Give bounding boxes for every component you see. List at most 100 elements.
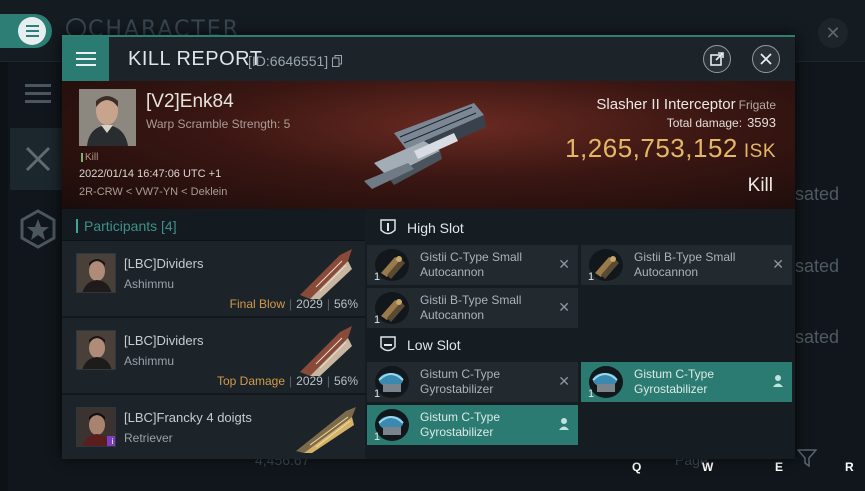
participant-name: [LBC]Dividers — [124, 333, 204, 348]
nav-list-button[interactable] — [10, 62, 66, 124]
ship-class: Frigate — [738, 98, 776, 112]
hotkey-label: E — [775, 460, 784, 474]
share-button[interactable] — [703, 45, 731, 73]
participant-ship: Ashimmu — [124, 354, 175, 368]
warp-scramble-strength: Warp Scramble Strength: 5 — [146, 117, 291, 131]
module-item[interactable]: 1 Gistum C-Type Gyrostabilizer — [581, 362, 792, 402]
list-icon — [25, 84, 51, 103]
background-list-item: sated — [795, 184, 840, 204]
kill-location: 2R-CRW < VW7-YN < Deklein — [79, 186, 228, 198]
kill-report-header: KILL REPORT [ID:6646551] — [62, 37, 795, 81]
module-quantity: 1 — [374, 431, 381, 443]
participant-damage: 2029 — [296, 297, 323, 311]
kill-report-id-text: [ID:6646551] — [248, 53, 329, 69]
module-name: Gistum C-Type Gyrostabilizer — [634, 367, 715, 396]
module-item[interactable]: 1 Gistum C-Type Gyrostabilizer — [367, 405, 578, 445]
participant-name: [LBC]Francky 4 doigts — [124, 410, 252, 425]
module-quantity: 1 — [374, 271, 381, 283]
total-damage-value: 3593 — [747, 115, 776, 130]
participant-row[interactable]: [LBC]Dividers Ashimmu Final Blow | 2029 | 56… — [62, 241, 365, 318]
victim-ship-icon — [364, 103, 486, 189]
module-item[interactable]: 1 Gistii B-Type Small Autocannon ✕ — [367, 288, 578, 328]
module-item[interactable]: 1 Gistii C-Type Small Autocannon ✕ — [367, 245, 578, 285]
hamburger-icon — [18, 17, 46, 45]
kill-report-menu-button[interactable] — [62, 37, 109, 81]
pilot-face-icon — [77, 331, 115, 369]
participant-stats: Top Damage | 2029 | 56% — [216, 374, 358, 388]
kill-tag: Kill — [81, 152, 98, 163]
pilot-face-icon — [79, 89, 136, 146]
victim-name: [V2]Enk84 — [146, 91, 234, 112]
background-sidebar — [0, 62, 8, 491]
dropped-person-icon — [559, 418, 569, 430]
dropped-person-icon — [773, 375, 783, 387]
participant-avatar — [76, 253, 116, 293]
participant-percent: 56% — [333, 297, 358, 311]
module-quantity: 1 — [374, 314, 381, 326]
nav-combat-button[interactable] — [10, 128, 66, 190]
module-name: Gistii B-Type Small Autocannon — [634, 250, 736, 279]
corp-badge-icon: i — [107, 436, 115, 446]
module-item[interactable]: 1 Gistii B-Type Small Autocannon ✕ — [581, 245, 792, 285]
participant-role: Final Blow — [229, 297, 286, 311]
participant-name: [LBC]Dividers — [124, 256, 204, 271]
kill-report-title: KILL REPORT — [128, 48, 263, 70]
participants-header: Participants [4] — [62, 209, 365, 241]
participants-panel: Participants [4] [LBC]Dividers Ashimmu F… — [62, 209, 365, 459]
participant-row[interactable]: i [LBC]Francky 4 doigts Retriever — [62, 395, 365, 459]
destroyed-icon: ✕ — [558, 299, 570, 315]
participant-ship: Retriever — [124, 431, 173, 445]
module-name: Gistum C-Type Gyrostabilizer — [420, 410, 501, 439]
isk-currency: ISK — [743, 141, 776, 162]
participant-percent: 56% — [333, 374, 358, 388]
share-icon — [710, 52, 724, 66]
isk-value: 1,265,753,152 ISK — [565, 133, 776, 163]
high-slot-label: High Slot — [407, 220, 464, 236]
module-quantity: 1 — [588, 388, 595, 400]
participant-role: Top Damage — [216, 374, 286, 388]
victim-banner: [V2]Enk84 Warp Scramble Strength: 5 Kill… — [62, 81, 795, 209]
participants-label: Participants — [84, 218, 158, 234]
screen: CHARACTER ✕ sated sated sated 4,456.67 P… — [0, 0, 865, 491]
star-badge-icon — [20, 209, 56, 249]
participant-avatar: i — [76, 407, 116, 447]
pilot-face-icon — [77, 254, 115, 292]
fitting-panel: High Slot 1 Gistii C-Type Small Autocann… — [365, 209, 795, 459]
participant-ship: Ashimmu — [124, 277, 175, 291]
hotkey-label: Q — [632, 460, 642, 474]
victim-portrait[interactable] — [79, 89, 136, 146]
low-slot-header: Low Slot — [365, 329, 795, 361]
background-list-item: sated — [795, 327, 840, 347]
destroyed-icon: ✕ — [772, 256, 784, 272]
crossed-swords-icon — [25, 146, 51, 172]
hotkey-label: W — [702, 460, 714, 474]
background-list-item: sated — [795, 256, 840, 276]
low-slot-label: Low Slot — [407, 337, 461, 353]
high-slot-header: High Slot — [365, 212, 795, 244]
hotkey-label: R — [845, 460, 854, 474]
module-item[interactable]: 1 Gistum C-Type Gyrostabilizer ✕ — [367, 362, 578, 402]
module-name: Gistii C-Type Small Autocannon — [420, 250, 523, 279]
ship-name: Slasher II Interceptor Frigate — [596, 96, 776, 113]
high-slot-icon — [380, 219, 396, 235]
module-quantity: 1 — [588, 271, 595, 283]
kill-report-window: KILL REPORT [ID:6646551] [V2]Enk84 Warp … — [62, 35, 795, 459]
kill-result: Kill — [747, 175, 773, 196]
participant-avatar — [76, 330, 116, 370]
participant-ship-icon — [300, 249, 352, 299]
participant-ship-icon — [296, 407, 356, 453]
filter-icon[interactable] — [797, 449, 817, 467]
kill-report-id[interactable]: [ID:6646551] — [248, 53, 343, 69]
module-quantity: 1 — [374, 388, 381, 400]
kill-datetime: 2022/01/14 16:47:06 UTC +1 — [79, 168, 222, 180]
participants-count: [4] — [161, 218, 177, 234]
participant-damage: 2029 — [296, 374, 323, 388]
copy-icon — [332, 55, 343, 67]
low-slot-icon — [380, 336, 396, 352]
module-name: Gistii B-Type Small Autocannon — [420, 293, 522, 322]
background-close-button[interactable]: ✕ — [818, 18, 848, 48]
main-menu-button[interactable] — [0, 14, 52, 48]
nav-star-button[interactable] — [10, 198, 66, 260]
participant-row[interactable]: [LBC]Dividers Ashimmu Top Damage | 2029 | 56… — [62, 318, 365, 395]
close-button[interactable] — [752, 45, 780, 73]
